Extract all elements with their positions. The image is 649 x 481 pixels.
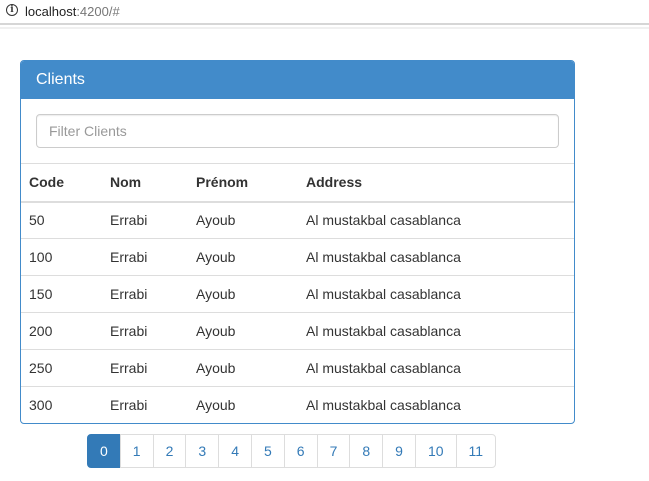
- cell-address: Al mustakbal casablanca: [298, 312, 574, 350]
- cell-code: 250: [21, 349, 102, 387]
- cell-nom: Errabi: [102, 349, 188, 387]
- browser-address-bar[interactable]: i localhost:4200/#: [0, 0, 649, 25]
- column-header-code: Code: [21, 163, 102, 203]
- page-button-9[interactable]: 9: [382, 434, 416, 468]
- cell-nom: Errabi: [102, 275, 188, 313]
- cell-nom: Errabi: [102, 238, 188, 276]
- table-row: 100 Errabi Ayoub Al mustakbal casablanca: [21, 238, 574, 276]
- column-header-nom: Nom: [102, 163, 188, 203]
- url-text[interactable]: localhost:4200/#: [25, 4, 120, 19]
- cell-nom: Errabi: [102, 312, 188, 350]
- cell-code: 100: [21, 238, 102, 276]
- cell-prenom: Ayoub: [188, 386, 298, 423]
- page-button-6[interactable]: 6: [283, 434, 318, 468]
- cell-code: 150: [21, 275, 102, 313]
- cell-prenom: Ayoub: [188, 275, 298, 313]
- cell-code: 50: [29, 212, 45, 229]
- cell-address: Al mustakbal casablanca: [298, 349, 574, 387]
- clients-table: Code Nom Prénom Address 50 Errabi Ayoub Al …: [21, 163, 574, 423]
- clients-panel: Clients Code Nom Prénom Address 50 Errabi…: [20, 60, 575, 424]
- info-icon[interactable]: i: [6, 4, 18, 16]
- cell-prenom: Ayoub: [188, 238, 298, 276]
- panel-title: Clients: [21, 61, 574, 99]
- page-button-2[interactable]: 2: [152, 434, 187, 468]
- cell-prenom: Ayoub: [188, 312, 298, 350]
- cell-address: Al mustakbal casablanca: [298, 386, 574, 423]
- column-header-prenom: Prénom: [188, 163, 298, 203]
- url-path: :4200/#: [76, 4, 120, 19]
- table-row: 300 Errabi Ayoub Al mustakbal casablanca: [21, 386, 574, 423]
- page-button-0[interactable]: 0: [87, 434, 121, 468]
- page-button-7[interactable]: 7: [316, 434, 351, 468]
- table-body: 50 Errabi Ayoub Al mustakbal casablanca 100 E…: [21, 202, 574, 423]
- cell-address: Al mustakbal casablanca: [306, 212, 461, 229]
- cell-nom: Errabi: [110, 212, 148, 229]
- cell-nom: Errabi: [102, 386, 188, 423]
- table-row: 50 Errabi Ayoub Al mustakbal casablanca: [21, 202, 574, 239]
- page-button-11[interactable]: 11: [455, 434, 497, 468]
- url-host: localhost: [25, 4, 77, 19]
- page-button-1[interactable]: 1: [119, 434, 154, 468]
- column-header-address: Address: [298, 163, 574, 203]
- pagination: 0 1 2 3 4 5 6 7 8 9 10 11: [87, 434, 497, 468]
- cell-prenom: Ayoub: [188, 349, 298, 387]
- cell-prenom: Ayoub: [196, 212, 236, 229]
- page-button-4[interactable]: 4: [218, 434, 252, 468]
- page-button-5[interactable]: 5: [250, 434, 285, 468]
- cell-address: Al mustakbal casablanca: [298, 275, 574, 313]
- cell-code: 200: [21, 312, 102, 350]
- table-row: 250 Errabi Ayoub Al mustakbal casablanca: [21, 349, 574, 387]
- table-header-row: Code Nom Prénom Address: [21, 163, 574, 203]
- page-button-3[interactable]: 3: [185, 434, 220, 468]
- page-button-10[interactable]: 10: [414, 434, 457, 468]
- cell-code: 300: [21, 386, 102, 423]
- filter-input[interactable]: [36, 114, 559, 148]
- table-row: 150 Errabi Ayoub Al mustakbal casablanca: [21, 275, 574, 313]
- page-button-8[interactable]: 8: [349, 434, 384, 468]
- toolbar-divider: [0, 27, 649, 29]
- table-row: 200 Errabi Ayoub Al mustakbal casablanca: [21, 312, 574, 350]
- cell-address: Al mustakbal casablanca: [298, 238, 574, 276]
